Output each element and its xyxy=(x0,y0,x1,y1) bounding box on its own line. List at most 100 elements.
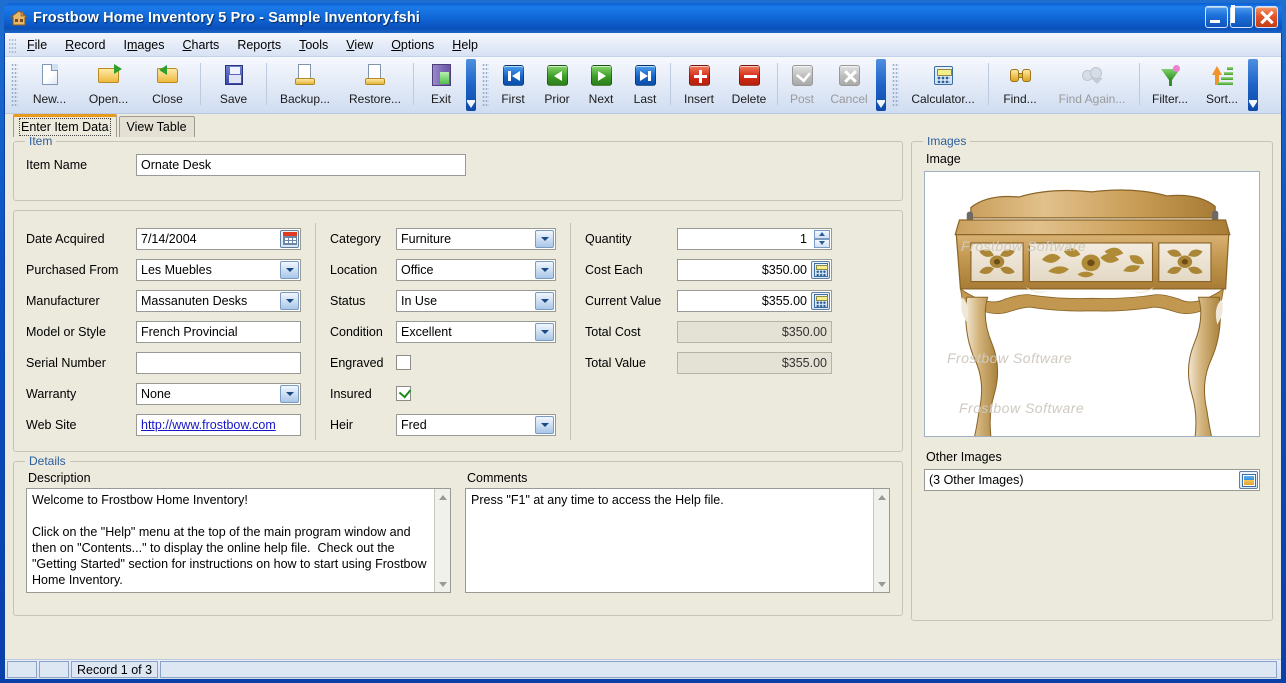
fields-groupbox: Date Acquired 7/14/2004 Purchased From L… xyxy=(13,210,903,452)
scroll-up-icon[interactable] xyxy=(874,489,889,505)
toolbar-close-button[interactable]: Close xyxy=(138,57,197,113)
chevron-down-icon[interactable] xyxy=(535,322,554,341)
category-label: Category xyxy=(330,231,381,246)
location-combo[interactable]: Office xyxy=(396,258,556,281)
description-textarea[interactable]: Welcome to Frostbow Home Inventory! Clic… xyxy=(26,488,451,593)
menu-options[interactable]: Options xyxy=(382,35,443,55)
comments-scrollbar[interactable] xyxy=(873,489,889,592)
toolbar-filter-button[interactable]: Filter... xyxy=(1143,57,1197,113)
fields-middle-column: Category Furniture Location Office Statu… xyxy=(330,223,556,440)
toolbar-backup-button[interactable]: Backup... xyxy=(270,57,340,113)
date-acquired-input[interactable]: 7/14/2004 xyxy=(136,227,301,250)
tab-enter-item-data[interactable]: Enter Item Data xyxy=(13,114,117,137)
cost-each-input[interactable]: $350.00 xyxy=(677,258,832,281)
column-divider xyxy=(315,223,316,440)
menu-help[interactable]: Help xyxy=(443,35,487,55)
toolbar-find-again-button[interactable]: Find Again... xyxy=(1048,57,1136,113)
model-or-style-label: Model or Style xyxy=(26,324,106,339)
status-combo[interactable]: In Use xyxy=(396,289,556,312)
toolbar-calculator-button[interactable]: Calculator... xyxy=(901,57,985,113)
condition-combo[interactable]: Excellent xyxy=(396,320,556,343)
category-combo[interactable]: Furniture xyxy=(396,227,556,250)
spin-down-icon[interactable] xyxy=(814,238,830,248)
toolbar-overflow-2-button[interactable] xyxy=(876,59,886,111)
toolbar-sort-button[interactable]: Sort... xyxy=(1197,57,1247,113)
toolbar-restore-button[interactable]: Restore... xyxy=(340,57,410,113)
details-groupbox: Details Description Welcome to Frostbow … xyxy=(13,454,903,616)
comments-textarea[interactable]: Press "F1" at any time to access the Hel… xyxy=(465,488,890,593)
image-preview[interactable]: Frostbow Software Frostbow Software Fros… xyxy=(924,171,1260,437)
calendar-picker-button[interactable] xyxy=(280,229,299,248)
current-value-calculator-button[interactable] xyxy=(811,291,830,310)
other-images-input[interactable]: (3 Other Images) xyxy=(924,469,1260,491)
web-site-link[interactable]: http://www.frostbow.com xyxy=(141,418,276,432)
toolbar-post-button[interactable]: Post xyxy=(781,57,823,113)
toolbar-new-button[interactable]: New... xyxy=(20,57,79,113)
toolbar-grip-1-icon[interactable] xyxy=(11,63,18,107)
minimize-button[interactable] xyxy=(1205,6,1228,28)
menu-view[interactable]: View xyxy=(337,35,382,55)
toolbar-last-button[interactable]: Last xyxy=(623,57,667,113)
close-button[interactable] xyxy=(1255,6,1278,28)
chevron-down-icon[interactable] xyxy=(280,384,299,403)
engraved-label: Engraved xyxy=(330,355,384,370)
cost-each-calculator-button[interactable] xyxy=(811,260,830,279)
scroll-up-icon[interactable] xyxy=(435,489,450,505)
calculator-icon xyxy=(930,63,956,89)
purchased-from-combo[interactable]: Les Muebles xyxy=(136,258,301,281)
menu-images[interactable]: Images xyxy=(114,35,173,55)
model-or-style-input[interactable]: French Provincial xyxy=(136,320,301,343)
toolbar-overflow-3-button[interactable] xyxy=(1248,59,1258,111)
maximize-button[interactable] xyxy=(1230,5,1253,28)
spin-up-icon[interactable] xyxy=(814,229,830,239)
toolbar-open-button[interactable]: Open... xyxy=(79,57,138,113)
item-groupbox: Item Item Name Ornate Desk xyxy=(13,137,903,201)
chevron-down-icon[interactable] xyxy=(280,291,299,310)
toolbar-prior-button[interactable]: Prior xyxy=(535,57,579,113)
toolbar-next-button[interactable]: Next xyxy=(579,57,623,113)
chevron-down-icon[interactable] xyxy=(535,415,554,434)
chevron-down-icon[interactable] xyxy=(535,260,554,279)
manufacturer-combo[interactable]: Massanuten Desks xyxy=(136,289,301,312)
engraved-checkbox[interactable] xyxy=(396,355,411,370)
toolbar-overflow-1-button[interactable] xyxy=(466,59,476,111)
toolbar-delete-button[interactable]: Delete xyxy=(724,57,774,113)
window-title: Frostbow Home Inventory 5 Pro - Sample I… xyxy=(33,10,420,26)
scroll-down-icon[interactable] xyxy=(874,576,889,592)
toolbar-cancel-button[interactable]: Cancel xyxy=(823,57,875,113)
warranty-combo[interactable]: None xyxy=(136,382,301,405)
menu-charts[interactable]: Charts xyxy=(173,35,228,55)
menu-record[interactable]: Record xyxy=(56,35,114,55)
restore-icon xyxy=(362,63,388,89)
chevron-down-icon[interactable] xyxy=(535,229,554,248)
current-value-input[interactable]: $355.00 xyxy=(677,289,832,312)
menu-reports[interactable]: Reports xyxy=(228,35,290,55)
toolbar-exit-button[interactable]: Exit xyxy=(417,57,465,113)
title-bar: Frostbow Home Inventory 5 Pro - Sample I… xyxy=(4,3,1282,33)
toolbar-save-button[interactable]: Save xyxy=(204,57,263,113)
menu-tools[interactable]: Tools xyxy=(290,35,337,55)
toolbar-first-button[interactable]: First xyxy=(491,57,535,113)
toolbar-grip-3-icon[interactable] xyxy=(892,63,899,107)
item-name-label: Item Name xyxy=(26,158,88,172)
scroll-down-icon[interactable] xyxy=(435,576,450,592)
tab-view-table[interactable]: View Table xyxy=(118,116,195,137)
quantity-stepper[interactable]: 1 xyxy=(677,227,832,250)
insured-checkbox[interactable] xyxy=(396,386,411,401)
serial-number-input[interactable] xyxy=(136,351,301,374)
menu-file[interactable]: FFileile xyxy=(18,35,56,55)
toolbar-grip-2-icon[interactable] xyxy=(482,63,489,107)
pick-image-button[interactable] xyxy=(1239,471,1258,489)
chevron-down-icon[interactable] xyxy=(280,260,299,279)
chevron-down-icon[interactable] xyxy=(535,291,554,310)
menu-grip-icon[interactable] xyxy=(9,36,16,53)
heir-combo[interactable]: Fred xyxy=(396,413,556,436)
house-icon xyxy=(9,9,29,27)
toolbar-insert-button[interactable]: Insert xyxy=(674,57,724,113)
toolbar-find-button[interactable]: Find... xyxy=(992,57,1048,113)
web-site-input[interactable]: http://www.frostbow.com xyxy=(136,413,301,436)
item-name-input[interactable]: Ornate Desk xyxy=(136,154,466,176)
client-area: FFileile Record Images Charts Reports To… xyxy=(4,33,1282,679)
description-scrollbar[interactable] xyxy=(434,489,450,592)
quantity-spin-buttons[interactable] xyxy=(814,229,830,248)
